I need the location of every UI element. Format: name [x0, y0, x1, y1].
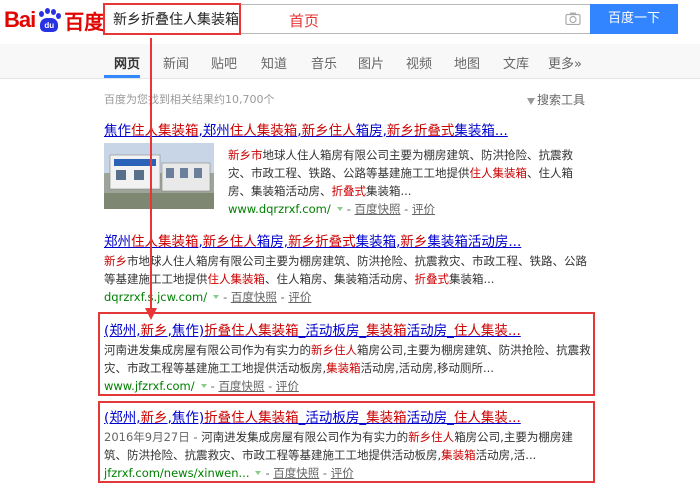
baidu-logo[interactable]: Bai du 百度 — [4, 6, 104, 34]
camera-icon[interactable] — [565, 12, 581, 25]
result-url[interactable]: www.dqrzrxf.com/ — [228, 202, 331, 216]
tab-more[interactable]: 更多» — [548, 53, 582, 72]
snapshot-link[interactable]: 百度快照 — [231, 290, 277, 304]
tab-tieba[interactable]: 贴吧 — [211, 53, 237, 72]
highlight-box-result-3 — [98, 312, 595, 396]
search-tools-label: 搜索工具 — [537, 93, 586, 107]
result-abstract: 新乡市地球人住人箱房有限公司主要为棚房建筑、防洪抢险、抗震救灾、市政工程、铁路、… — [228, 148, 573, 198]
tab-wenku[interactable]: 文库 — [503, 53, 529, 72]
result-title-link[interactable]: 焦作住人集装箱,郑州住人集装箱,新乡住人箱房,新乡折叠式集装箱... — [104, 119, 594, 139]
annotation-arrow-line — [150, 38, 152, 310]
search-result: 焦作住人集装箱,郑州住人集装箱,新乡住人箱房,新乡折叠式集装箱... 新乡市地球… — [104, 119, 594, 216]
search-tabs: 网页 新闻 贴吧 知道 音乐 图片 视频 地图 文库 更多» — [0, 44, 700, 79]
active-tab-indicator — [104, 75, 140, 78]
logo-text-baidu-cn: 百度 — [64, 9, 105, 34]
dropdown-arrow-icon[interactable] — [213, 295, 220, 299]
result-title-link[interactable]: 郑州住人集装箱,新乡住人箱房,新乡折叠式集装箱,新乡集装箱活动房... — [104, 230, 594, 250]
tab-video[interactable]: 视频 — [406, 53, 432, 72]
search-tools[interactable]: 搜索工具 — [527, 91, 585, 108]
annotation-arrow-head-icon — [145, 308, 157, 320]
result-url[interactable]: dqrzrxf.s.jcw.com/ — [104, 290, 207, 304]
tab-map[interactable]: 地图 — [454, 53, 480, 72]
tab-web[interactable]: 网页 — [114, 53, 140, 72]
search-result: 郑州住人集装箱,新乡住人箱房,新乡折叠式集装箱,新乡集装箱活动房... 新乡市地… — [104, 230, 594, 306]
result-url-line: www.dqrzrxf.com/- 百度快照 - 评价 — [228, 202, 435, 216]
header: Bai du 百度 百度一下 首页 — [0, 0, 700, 40]
dropdown-arrow-icon[interactable] — [336, 207, 343, 211]
result-url-line: dqrzrxf.s.jcw.com/- 百度快照 - 评价 — [104, 290, 312, 304]
logo-text-bai: Bai — [4, 7, 36, 32]
tab-music[interactable]: 音乐 — [311, 53, 337, 72]
result-abstract: 新乡市地球人住人箱房有限公司主要为棚房建筑、防洪抢险、抗震救灾、市政工程、铁路、… — [104, 254, 587, 286]
snapshot-link[interactable]: 百度快照 — [355, 202, 401, 216]
filter-icon — [527, 98, 535, 105]
query-highlight-box — [103, 3, 241, 35]
review-link[interactable]: 评价 — [412, 202, 435, 216]
review-link[interactable]: 评价 — [288, 290, 311, 304]
result-count: 百度为您找到相关结果约10,700个 — [104, 93, 275, 106]
tab-zhidao[interactable]: 知道 — [261, 53, 287, 72]
search-button[interactable]: 百度一下 — [590, 4, 678, 34]
annotation-homepage: 首页 — [289, 12, 320, 30]
tab-images[interactable]: 图片 — [358, 53, 384, 72]
highlight-box-result-4 — [98, 401, 595, 483]
paw-icon: du — [36, 8, 62, 32]
logo-text-du: du — [40, 18, 59, 32]
tab-news[interactable]: 新闻 — [163, 53, 189, 72]
result-thumbnail[interactable] — [104, 143, 214, 209]
